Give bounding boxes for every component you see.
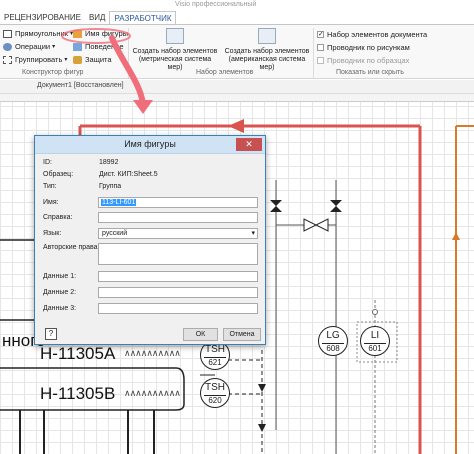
shape-name-dialog: Имя фигуры ✕ ID: 18992 Образец: Дист. КИ… bbox=[34, 135, 266, 345]
flow-arrow-icon bbox=[228, 119, 244, 133]
data3-label: Данные 3: bbox=[43, 305, 77, 312]
close-button[interactable]: ✕ bbox=[236, 138, 262, 151]
master-label: Образец: bbox=[43, 171, 74, 178]
arrow-down-icon bbox=[258, 424, 266, 432]
ok-button[interactable]: ОК bbox=[183, 328, 218, 341]
cancel-button[interactable]: Отмена bbox=[223, 328, 261, 341]
name-input-value: 113-LI-601 bbox=[101, 199, 137, 206]
dialog-title: Имя фигуры bbox=[124, 139, 176, 149]
instrument-tsh-620[interactable]: TSH 620 bbox=[200, 378, 230, 408]
help-button[interactable]: ? bbox=[45, 328, 57, 340]
data1-input[interactable] bbox=[98, 271, 258, 282]
copyright-input[interactable] bbox=[98, 243, 258, 265]
valve-icon bbox=[330, 206, 342, 212]
data2-input[interactable] bbox=[98, 287, 258, 298]
flow-arrow-icon bbox=[452, 232, 460, 240]
data1-label: Данные 1: bbox=[43, 273, 77, 280]
vessel-hatch bbox=[0, 378, 40, 408]
heater-coil-icon: ∧∧∧∧∧∧∧∧∧∧ bbox=[124, 389, 181, 399]
instrument-lg-608[interactable]: LG 608 bbox=[318, 326, 348, 356]
arrow-down-icon bbox=[258, 384, 266, 392]
valve-icon bbox=[303, 218, 318, 232]
valve-icon bbox=[330, 200, 342, 206]
rotate-handle bbox=[372, 309, 378, 315]
name-label: Имя: bbox=[43, 199, 59, 206]
language-label: Язык: bbox=[43, 230, 62, 237]
valve-icon bbox=[270, 200, 282, 206]
tag-h-11305b: H-11305B bbox=[40, 384, 116, 403]
dialog-title-bar[interactable]: Имя фигуры ✕ bbox=[35, 136, 265, 154]
type-label: Тип: bbox=[43, 183, 57, 190]
annotation-arrowhead bbox=[133, 100, 153, 114]
help-input[interactable] bbox=[98, 212, 258, 223]
language-value: русский bbox=[102, 230, 128, 237]
instrument-li-601[interactable]: LI 601 bbox=[360, 326, 390, 356]
help-label: Справка: bbox=[43, 214, 73, 221]
heater-coil-icon: ∧∧∧∧∧∧∧∧∧∧ bbox=[124, 349, 181, 359]
valve-icon bbox=[270, 206, 282, 212]
chevron-down-icon: ▾ bbox=[251, 230, 255, 237]
copyright-label: Авторские права: bbox=[43, 244, 100, 251]
valve-icon bbox=[314, 218, 329, 232]
annotation-arrow bbox=[109, 35, 146, 107]
language-select[interactable]: русский ▾ bbox=[98, 228, 258, 239]
data3-input[interactable] bbox=[98, 303, 258, 314]
id-label: ID: bbox=[43, 159, 52, 166]
data2-label: Данные 2: bbox=[43, 289, 77, 296]
annotation-highlight bbox=[61, 28, 131, 44]
tag-h-11305a: H-11305A bbox=[40, 344, 116, 363]
master-value: Дист. КИП:Sheet.5 bbox=[99, 171, 158, 178]
id-value: 18992 bbox=[99, 159, 119, 166]
type-value: Группа bbox=[99, 183, 122, 190]
name-input[interactable]: 113-LI-601 bbox=[98, 197, 258, 208]
